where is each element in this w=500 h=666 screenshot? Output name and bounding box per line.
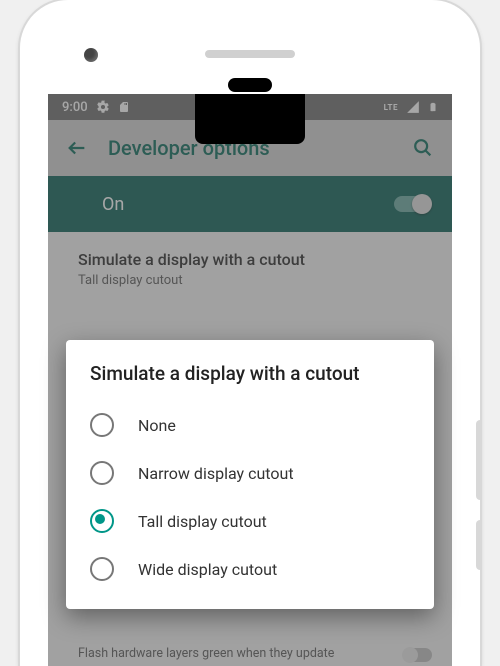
dialog-option-wide[interactable]: Wide display cutout (90, 545, 410, 593)
radio-icon (90, 557, 114, 581)
front-camera-icon (84, 48, 98, 62)
option-label: Narrow display cutout (138, 464, 294, 483)
phone-frame: 9:00 LTE D (20, 0, 480, 666)
dialog-title: Simulate a display with a cutout (90, 362, 410, 385)
dialog-option-tall[interactable]: Tall display cutout (90, 497, 410, 545)
dialog-option-narrow[interactable]: Narrow display cutout (90, 449, 410, 497)
option-label: Wide display cutout (138, 560, 277, 579)
side-button (476, 420, 480, 500)
dialog-option-none[interactable]: None (90, 401, 410, 449)
sensor-pill-icon (228, 78, 272, 92)
dialog-cutout-options: Simulate a display with a cutout None Na… (66, 340, 434, 609)
side-button (476, 520, 480, 570)
radio-icon (90, 461, 114, 485)
display-cutout (195, 94, 305, 144)
option-label: Tall display cutout (138, 512, 267, 531)
speaker-grille-icon (205, 50, 295, 58)
radio-icon (90, 509, 114, 533)
radio-icon (90, 413, 114, 437)
option-label: None (138, 416, 176, 435)
